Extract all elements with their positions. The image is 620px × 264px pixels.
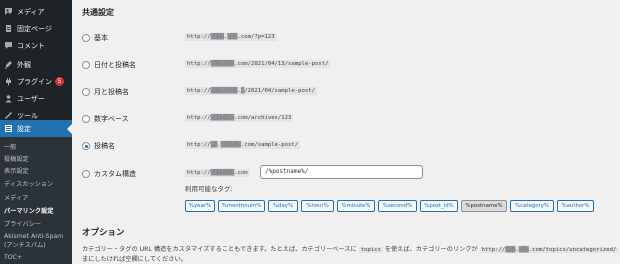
sidebar-item-label: ユーザー — [17, 94, 45, 103]
tool-icon — [4, 111, 13, 120]
sidebar-item-label: コメント — [17, 41, 45, 50]
admin-sidebar: メディア 固定ページ コメント 外観 プラグイン 5 ユーザー ツール 設定 一… — [0, 0, 72, 264]
tag-button-monthnum[interactable]: %monthnum% — [218, 200, 265, 212]
sidebar-item-settings[interactable]: 設定 — [0, 120, 72, 137]
tag-button-day[interactable]: %day% — [268, 200, 298, 212]
user-icon — [4, 94, 13, 103]
radio-plain[interactable] — [82, 34, 90, 42]
submenu-item-reading[interactable]: 表示設定 — [4, 166, 29, 175]
plugin-icon — [4, 77, 13, 86]
sidebar-item-label: 設定 — [17, 124, 31, 133]
sidebar-item-appearance[interactable]: 外観 — [0, 56, 72, 73]
submenu-item-permalinks[interactable]: パーマリンク設定 — [4, 206, 54, 215]
sidebar-item-label: ツール — [17, 111, 38, 120]
row-label-custom-structure: カスタム構造 — [94, 170, 136, 178]
radio-day-name[interactable] — [82, 61, 90, 69]
submenu-item-media[interactable]: メディア — [4, 193, 28, 202]
radio-month-name[interactable] — [82, 88, 90, 96]
row-label-numeric: 数字ベース — [94, 115, 129, 123]
settings-submenu: 一般 投稿設定 表示設定 ディスカッション メディア パーマリンク設定 プライバ… — [0, 137, 72, 264]
tag-button-postname[interactable]: %postname% — [461, 200, 507, 212]
url-example-plain: http://▒▒▒▒.▒▒▒.com/?p=123 — [185, 33, 277, 41]
radio-numeric[interactable] — [82, 115, 90, 123]
sidebar-item-pages[interactable]: 固定ページ — [0, 20, 72, 37]
sidebar-item-label: 固定ページ — [17, 24, 52, 33]
tag-button-category[interactable]: %category% — [510, 200, 554, 212]
options-desc-text: まにしたければ空欄にしてください。 — [82, 256, 187, 263]
url-example-day-name: http://▒▒▒▒▒▒▒.com/2021/04/13/sample-pos… — [185, 60, 331, 68]
tag-button-second[interactable]: %second% — [378, 200, 417, 212]
custom-structure-input[interactable]: /%postname%/ — [260, 165, 423, 179]
tag-button-post-id[interactable]: %post_id% — [420, 200, 458, 212]
sidebar-item-label: 外観 — [17, 60, 31, 69]
sidebar-item-label: メディア — [17, 7, 45, 16]
plugin-update-badge: 5 — [55, 77, 64, 86]
sidebar-item-users[interactable]: ユーザー — [0, 90, 72, 107]
row-label-plain: 基本 — [94, 34, 108, 42]
submenu-item-akismet[interactable]: Akismet Anti-Spam (アンチスパム) — [4, 232, 70, 250]
submenu-item-discussion[interactable]: ディスカッション — [4, 179, 53, 188]
row-label-day-name: 日付と投稿名 — [94, 61, 136, 69]
page-icon — [4, 24, 13, 33]
comment-icon — [4, 41, 13, 50]
url-example-numeric: http://▒▒▒▒▒▒▒.com/archives/123 — [185, 114, 294, 122]
url-example-month-name: http://▒▒▒▒▒▒▒▒.▒/2021/04/sample-post/ — [185, 87, 317, 95]
media-icon — [4, 7, 13, 16]
tag-button-year[interactable]: %year% — [185, 200, 215, 212]
sidebar-item-label: プラグイン — [17, 77, 52, 86]
tag-button-hour[interactable]: %hour% — [301, 200, 334, 212]
row-label-month-name: 月と投稿名 — [94, 88, 129, 96]
radio-post-name[interactable] — [82, 142, 90, 150]
submenu-item-privacy[interactable]: プライバシー — [4, 219, 41, 228]
url-example-post-name: http://▒▒.▒▒▒▒▒▒.com/sample-post/ — [185, 141, 301, 149]
radio-custom-structure[interactable] — [82, 170, 90, 178]
tag-button-minute[interactable]: %minute% — [337, 200, 375, 212]
common-settings-title: 共通設定 — [82, 8, 114, 17]
permalink-settings-panel: 共通設定 基本 http://▒▒▒▒.▒▒▒.com/?p=123 日付と投稿… — [72, 0, 620, 264]
sidebar-item-comments[interactable]: コメント — [0, 37, 72, 54]
submenu-item-writing[interactable]: 投稿設定 — [4, 154, 29, 163]
options-code-url: http://▒▒▒.▒▒▒.com/topics/uncategorized/ — [479, 247, 619, 253]
options-desc-text: を使えば、カテゴリーのリンクが — [384, 246, 478, 253]
available-tags-label: 利用可能なタグ: — [185, 185, 233, 193]
sidebar-item-media[interactable]: メディア — [0, 3, 72, 20]
options-desc-text: カテゴリー・タグの URL 構造をカスタマイズすることもできます。たとえば、カテ… — [82, 246, 357, 253]
submenu-item-general[interactable]: 一般 — [4, 142, 16, 151]
options-title: オプション — [82, 228, 125, 238]
url-example-custom-base: http://▒▒▒▒▒▒▒.com — [185, 169, 250, 177]
options-code-topics: topics — [358, 247, 383, 253]
options-description: カテゴリー・タグの URL 構造をカスタマイズすることもできます。たとえば、カテ… — [82, 245, 620, 264]
settings-icon — [4, 124, 13, 133]
row-label-post-name: 投稿名 — [94, 142, 115, 150]
appearance-icon — [4, 60, 13, 69]
sidebar-item-plugins[interactable]: プラグイン 5 — [0, 73, 72, 90]
tag-button-author[interactable]: %author% — [557, 200, 594, 212]
submenu-item-toc[interactable]: TOC+ — [4, 254, 22, 261]
